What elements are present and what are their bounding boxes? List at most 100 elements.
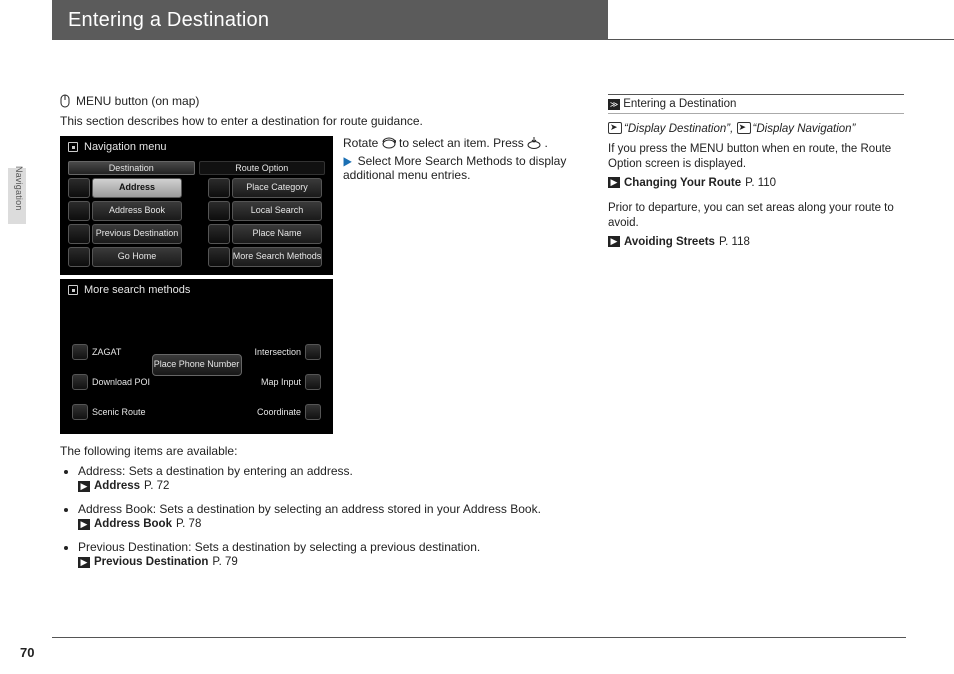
list-item: Address: Sets a destination by entering … [78,464,580,492]
ref-page: P. 72 [144,480,169,492]
bottom-rule-left [52,637,906,638]
step-bold: More Search Methods [394,154,512,168]
voice-commands: “Display Destination”, “Display Navigati… [608,122,904,138]
menu-button-line: MENU button (on map) [60,94,580,108]
radial-icon [72,374,88,390]
cell-icon [208,224,230,244]
page-number: 70 [20,645,34,660]
radial-icon [305,374,321,390]
ref-page: P. 110 [745,177,776,189]
press-knob-icon [527,136,541,150]
cross-ref: ▶ Changing Your Route P. 110 [608,177,904,189]
intro-text: This section describes how to enter a de… [60,114,580,128]
title-rule [608,39,954,40]
side-header-text: Entering a Destination [623,98,736,110]
cross-ref: ▶ Address P. 72 [78,480,580,492]
cell-icon [68,201,90,221]
cell-place-category: Place Category [232,178,322,198]
radial-icon [72,404,88,420]
ref-page: P. 78 [176,518,201,530]
following-items-label: The following items are available: [60,444,580,458]
mouse-icon [60,94,70,108]
rotate-knob-icon [382,136,396,150]
cell-go-home: Go Home [92,247,182,267]
ref-page: P. 79 [212,556,237,568]
item-desc: : Sets a destination by selecting an add… [153,502,541,516]
step-text: to select an item. Press [399,136,527,150]
screen-title-icon [68,285,78,295]
step-arrow-icon: ▶ [343,154,351,168]
cell-previous-destination: Previous Destination [92,224,182,244]
list-item: Previous Destination : Sets a destination… [78,540,580,568]
main-column: MENU button (on map) This section descri… [60,94,580,578]
cross-ref: ▶Previous Destination P. 79 [78,556,580,568]
cell-address-book: Address Book [92,201,182,221]
voice-icon [608,122,622,134]
cell-place-name: Place Name [232,224,322,244]
item-desc: : Sets a destination by selecting a prev… [188,540,480,554]
items-list: Address: Sets a destination by entering … [60,464,580,568]
voice-sep: , [730,123,736,135]
screenshot2-body: Place Phone Number ZAGAT Download POI Sc… [62,300,331,432]
screenshot2-title: More search methods [62,281,331,300]
menu-button-text: MENU button (on map) [76,94,199,108]
cell-icon [208,247,230,267]
cross-ref: ▶ Avoiding Streets P. 118 [608,236,904,248]
side-para-2: Prior to departure, you can set areas al… [608,201,904,232]
radial-icon [305,404,321,420]
screenshot1-title-text: Navigation menu [84,141,167,153]
screenshot1-tabs: Destination Route Option [68,161,325,175]
side-header-icon: ≫ [608,99,620,110]
ref-page: P. 118 [719,236,750,248]
radial-center: Place Phone Number [152,354,242,376]
radial-label: Intersection [254,347,301,357]
ref-icon: ▶ [608,236,620,247]
ref-icon: ▶ [608,177,620,188]
ref-title: Avoiding Streets [624,236,715,248]
step-select: ▶ Select More Search Methods to display … [343,154,580,182]
screens-and-steps: Navigation menu Destination Route Option… [60,136,580,434]
tab-destination: Destination [68,161,195,175]
step-rotate: Rotate to select an item. Press . [343,136,580,150]
list-item: Address Book: Sets a destination by sele… [78,502,580,530]
step-text: . [544,136,547,150]
radial-map-input: Map Input [261,374,321,390]
cell-icon [208,201,230,221]
page-title: Entering a Destination [68,9,269,32]
grid-spacer [184,201,206,221]
screenshots: Navigation menu Destination Route Option… [60,136,333,434]
screen-title-icon [68,142,78,152]
ref-title: Changing Your Route [624,177,741,189]
radial-label: Download POI [92,377,150,387]
grid-spacer [184,224,206,244]
screenshot-more-search-methods: More search methods Place Phone Number Z… [60,279,333,434]
cell-icon [208,178,230,198]
radial-download-poi: Download POI [72,374,150,390]
tab-route-option: Route Option [199,161,326,175]
item-desc: : Sets a destination by entering an addr… [122,464,353,478]
ref-icon: ▶ [78,481,90,492]
screenshot-navigation-menu: Navigation menu Destination Route Option… [60,136,333,275]
step-text: Select [358,154,395,168]
cell-icon [68,178,90,198]
ref-title: Previous Destination [94,556,208,568]
side-header: ≫ Entering a Destination [608,94,904,114]
radial-scenic-route: Scenic Route [72,404,146,420]
page-title-bar: Entering a Destination [52,0,608,40]
radial-label: Coordinate [257,407,301,417]
voice-command-1: “Display Destination” [624,123,730,135]
ref-title: Address Book [94,518,172,530]
screenshot1-title: Navigation menu [62,138,331,157]
section-side-tab-label: Navigation [14,166,24,184]
item-term: Address [78,464,122,478]
radial-icon [72,344,88,360]
radial-icon [305,344,321,360]
step-instructions: Rotate to select an item. Press . ▶ Sele… [343,136,580,434]
radial-label: Map Input [261,377,301,387]
radial-zagat: ZAGAT [72,344,121,360]
side-column: ≫ Entering a Destination “Display Destin… [608,94,904,248]
radial-intersection: Intersection [254,344,321,360]
item-term: Address Book [78,502,153,516]
ref-title: Address [94,480,140,492]
screenshot2-title-text: More search methods [84,284,190,296]
